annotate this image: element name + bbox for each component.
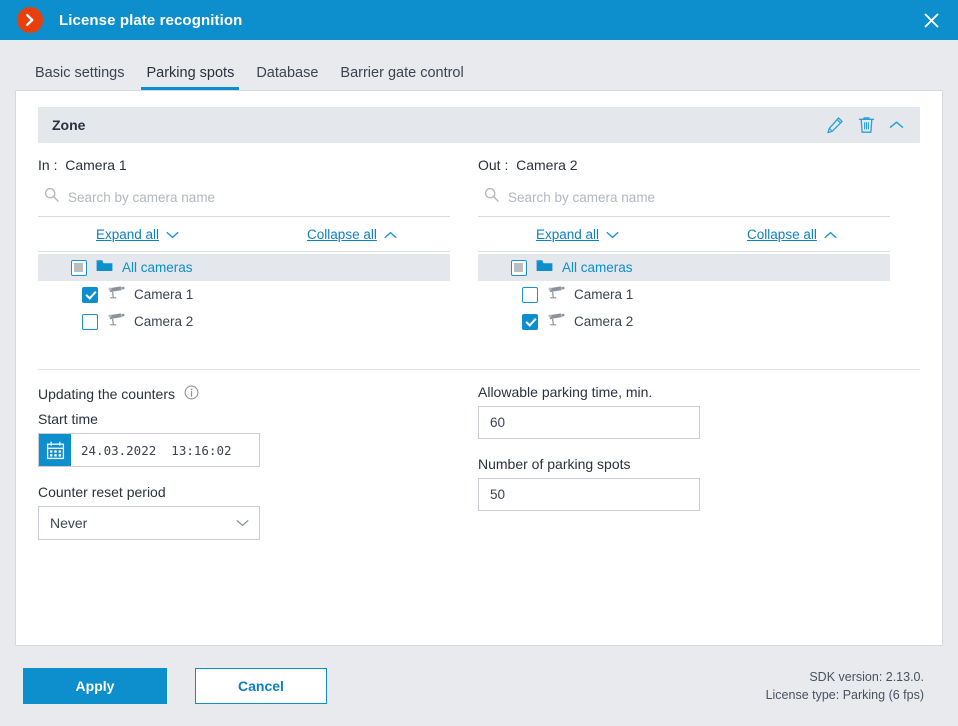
chevron-down-icon: [166, 227, 179, 242]
in-tree-label-camera-1: Camera 1: [134, 287, 194, 302]
info-icon[interactable]: [184, 385, 199, 403]
out-collapse-all-button[interactable]: Collapse all: [747, 227, 837, 242]
pencil-icon: [826, 116, 844, 134]
in-checkbox-camera-2[interactable]: [82, 313, 98, 330]
out-tree-controls: Expand all Collapse all: [478, 217, 890, 252]
updating-counters-label: Updating the counters: [38, 386, 175, 402]
delete-zone-button[interactable]: [858, 116, 875, 134]
in-tree-label-camera-2: Camera 2: [134, 314, 194, 329]
out-tree-row-camera-2[interactable]: Camera 2: [478, 308, 890, 335]
dialog-footer: Apply Cancel SDK version: 2.13.0. Licens…: [0, 646, 958, 726]
window-title: License plate recognition: [59, 11, 243, 29]
out-camera-tree: All cameras Camera 1 Camera 2: [478, 252, 890, 335]
search-icon: [44, 187, 59, 207]
zone-header: Zone: [38, 107, 920, 143]
calendar-icon: [46, 441, 65, 460]
chevron-up-icon: [384, 227, 397, 242]
number-of-parking-spots-input[interactable]: 50: [478, 478, 700, 511]
chevron-down-icon: [606, 227, 619, 242]
edit-zone-button[interactable]: [826, 116, 844, 134]
sdk-version-text: SDK version: 2.13.0.: [809, 670, 924, 684]
in-expand-all-label: Expand all: [96, 227, 160, 242]
out-search-input[interactable]: [508, 189, 848, 205]
trash-icon: [858, 116, 875, 134]
in-collapse-all-label: Collapse all: [307, 227, 377, 242]
calendar-picker-button[interactable]: [39, 434, 71, 466]
tab-bar: Basic settings Parking spots Database Ba…: [0, 40, 958, 90]
folder-icon: [96, 259, 113, 277]
search-icon: [484, 187, 499, 207]
in-search-row[interactable]: [38, 182, 450, 217]
camera-icon: [547, 285, 565, 304]
out-tree-label-camera-1: Camera 1: [574, 287, 634, 302]
allowable-parking-time-input[interactable]: 60: [478, 406, 700, 439]
out-tree-row-camera-1[interactable]: Camera 1: [478, 281, 890, 308]
parking-spots-panel: Zone In: Camera 1 Search by camera name…: [15, 90, 943, 646]
in-checkbox-camera-1[interactable]: [82, 286, 98, 303]
allowable-parking-time-label: Allowable parking time, min.: [478, 384, 653, 400]
camera-icon: [547, 312, 565, 331]
apply-button[interactable]: Apply: [23, 668, 167, 704]
counter-reset-period-select[interactable]: Never: [38, 506, 260, 540]
out-camera-panel: Out : Camera 2 Expand all: [478, 157, 890, 335]
license-plate-recognition-window: License plate recognition Basic settings…: [0, 0, 958, 726]
counter-settings-right-column: Allowable parking time, min. 60 Number o…: [478, 384, 918, 540]
in-tree-controls: Expand all Collapse all: [38, 217, 450, 252]
tab-parking-spots[interactable]: Parking spots: [135, 65, 245, 91]
app-logo-icon: [17, 7, 43, 33]
out-checkbox-camera-2[interactable]: [522, 313, 538, 330]
counter-reset-period-label: Counter reset period: [38, 484, 166, 500]
out-expand-all-button[interactable]: Expand all: [536, 227, 619, 242]
close-button[interactable]: [904, 0, 958, 40]
in-tree-row-all-cameras[interactable]: All cameras: [38, 254, 450, 281]
in-tree-label-all-cameras: All cameras: [122, 260, 193, 275]
in-tree-row-camera-2[interactable]: Camera 2: [38, 308, 450, 335]
chevron-up-icon: [889, 120, 904, 130]
license-type-text: License type: Parking (6 fps): [765, 688, 924, 702]
out-collapse-all-label: Collapse all: [747, 227, 817, 242]
out-panel-label: Out : Camera 2: [478, 157, 578, 173]
camera-icon: [107, 312, 125, 331]
out-search-row[interactable]: [478, 182, 890, 217]
tab-barrier-gate-control[interactable]: Barrier gate control: [329, 65, 474, 91]
out-expand-all-label: Expand all: [536, 227, 600, 242]
in-camera-tree: All cameras Camera 1 Camera 2: [38, 252, 450, 335]
updating-counters-heading: Updating the counters: [38, 384, 478, 404]
counter-settings-section: Updating the counters Start time 24.03.2…: [38, 370, 920, 540]
version-info: SDK version: 2.13.0. License type: Parki…: [766, 668, 924, 704]
in-collapse-all-button[interactable]: Collapse all: [307, 227, 397, 242]
content-area: Zone In: Camera 1 Search by camera name…: [0, 90, 958, 646]
in-camera-panel: In : Camera 1 Expand all: [38, 157, 450, 335]
chevron-up-icon: [824, 227, 837, 242]
out-checkbox-all-cameras[interactable]: [511, 259, 527, 276]
in-search-input[interactable]: [68, 189, 408, 205]
zone-actions: [826, 116, 910, 134]
out-checkbox-camera-1[interactable]: [522, 286, 538, 303]
zone-title: Zone: [52, 117, 86, 133]
start-time-value[interactable]: 24.03.2022 13:16:02: [71, 434, 232, 466]
camera-icon: [107, 285, 125, 304]
start-time-field[interactable]: 24.03.2022 13:16:02: [38, 433, 260, 467]
folder-icon: [536, 259, 553, 277]
in-tree-row-camera-1[interactable]: Camera 1: [38, 281, 450, 308]
tab-database[interactable]: Database: [245, 65, 329, 91]
camera-selection-panels: In : Camera 1 Expand all: [38, 143, 920, 335]
collapse-zone-button[interactable]: [889, 120, 904, 130]
out-tree-label-all-cameras: All cameras: [562, 260, 633, 275]
number-of-parking-spots-label: Number of parking spots: [478, 456, 631, 472]
start-time-label: Start time: [38, 411, 98, 427]
in-panel-label: In : Camera 1: [38, 157, 127, 173]
counter-settings-left-column: Updating the counters Start time 24.03.2…: [38, 384, 478, 540]
cancel-button[interactable]: Cancel: [195, 668, 327, 704]
in-expand-all-button[interactable]: Expand all: [96, 227, 179, 242]
out-tree-row-all-cameras[interactable]: All cameras: [478, 254, 890, 281]
out-tree-label-camera-2: Camera 2: [574, 314, 634, 329]
title-bar: License plate recognition: [0, 0, 958, 40]
chevron-down-icon: [236, 514, 249, 532]
tab-basic-settings[interactable]: Basic settings: [24, 65, 135, 91]
in-checkbox-all-cameras[interactable]: [71, 259, 87, 276]
counter-reset-period-value: Never: [50, 515, 88, 531]
